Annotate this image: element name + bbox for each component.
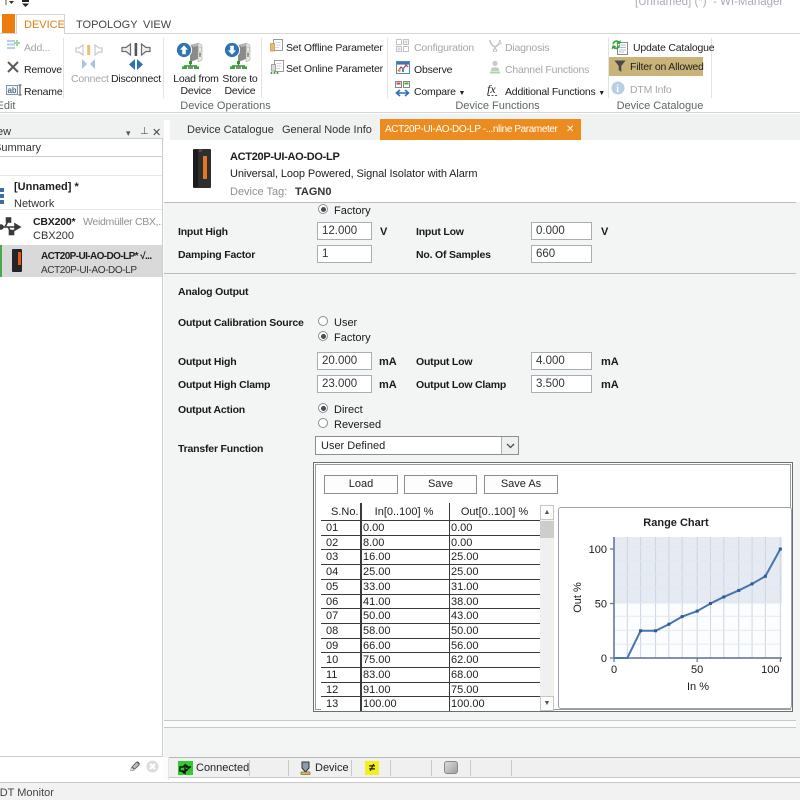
svg-text:Out %: Out %: [572, 582, 584, 613]
svg-text:In %: In %: [687, 681, 709, 693]
svg-text:50: 50: [691, 664, 703, 676]
svg-text:100: 100: [761, 664, 779, 676]
svg-text:i: i: [616, 84, 619, 95]
svg-text:ab: ab: [8, 86, 17, 95]
svg-text:100: 100: [589, 544, 607, 556]
svg-text:50: 50: [595, 599, 607, 611]
svg-text:fx: fx: [487, 83, 496, 96]
svg-text:0: 0: [611, 664, 617, 676]
svg-text:0: 0: [601, 653, 607, 665]
